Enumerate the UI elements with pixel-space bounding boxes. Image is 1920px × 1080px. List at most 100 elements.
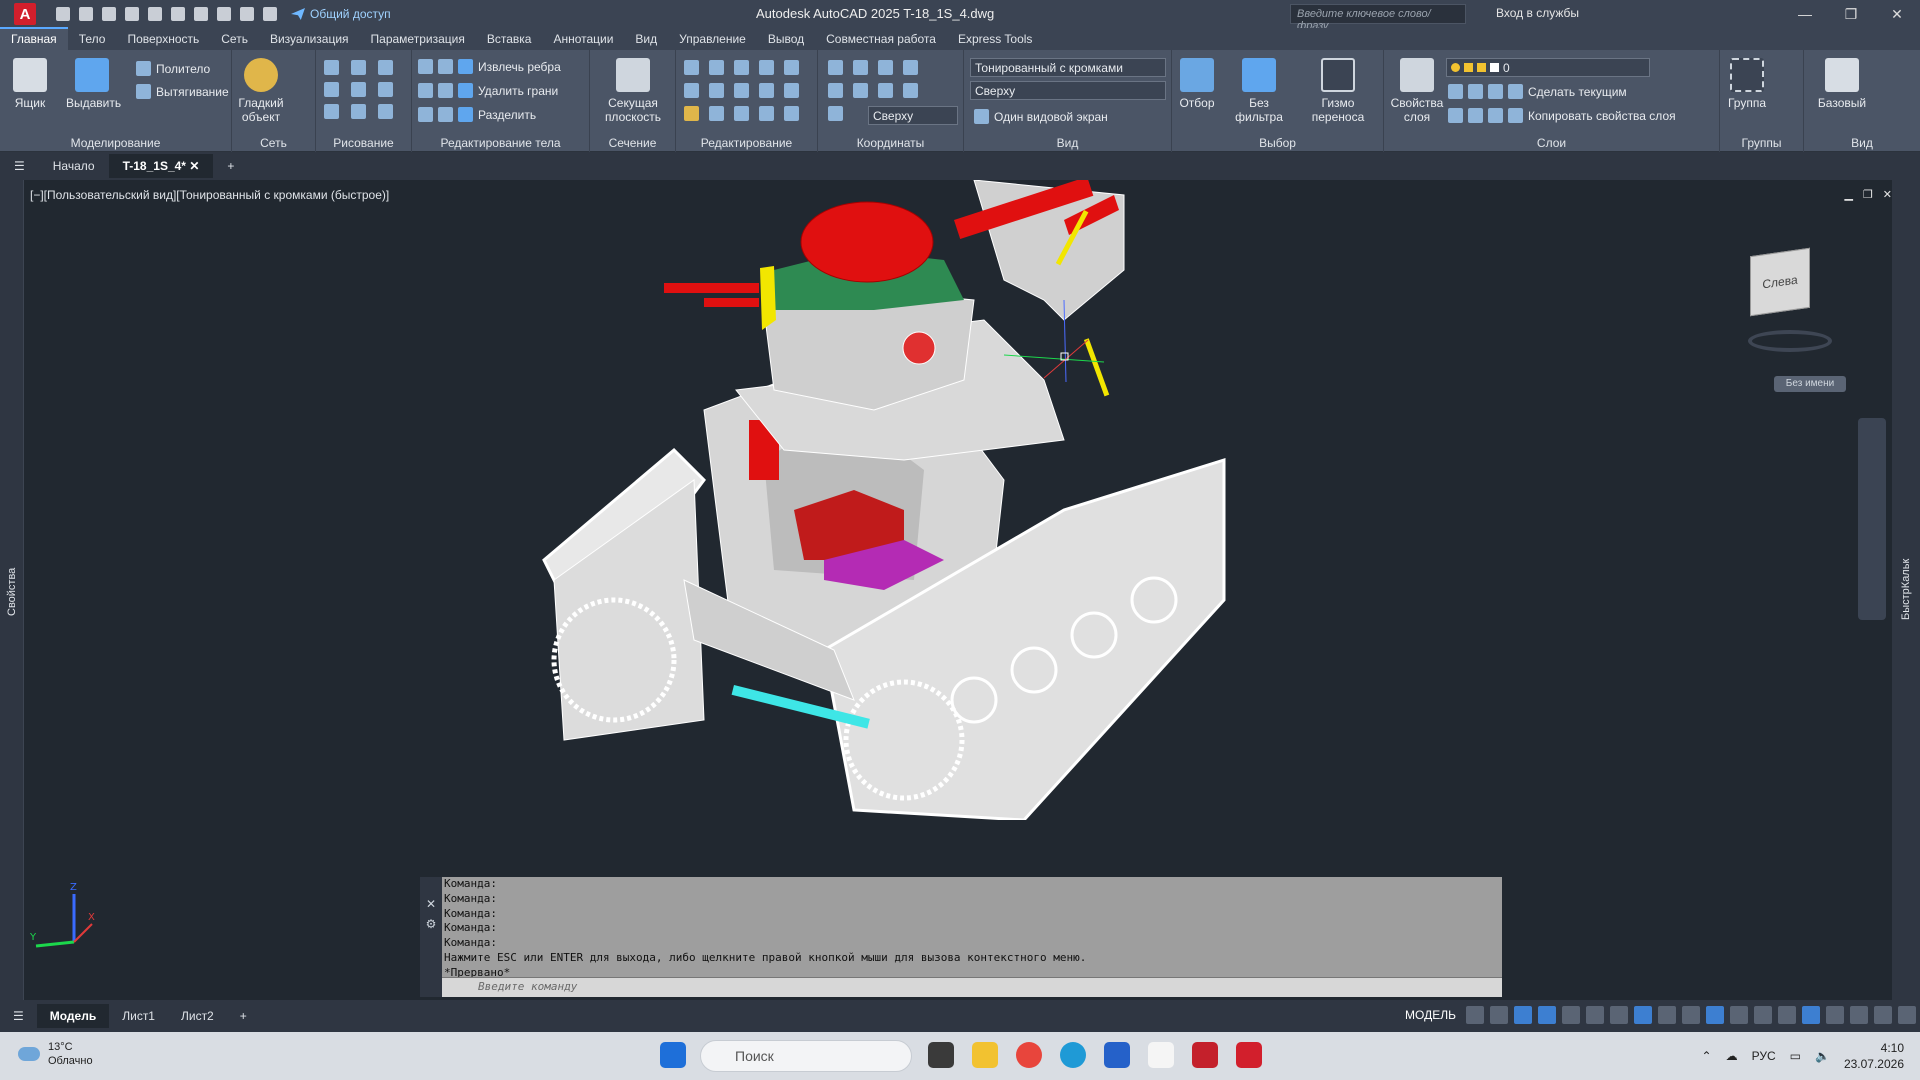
object-snap-icon[interactable] <box>1634 1006 1652 1024</box>
ucs-origin-icon[interactable] <box>878 60 893 75</box>
ortho-icon[interactable] <box>1538 1006 1556 1024</box>
ucs-name-menu[interactable]: Без имени <box>1774 376 1846 392</box>
task-view-icon[interactable] <box>928 1042 954 1068</box>
tab-output[interactable]: Вывод <box>757 28 815 50</box>
polygon-icon[interactable] <box>324 104 339 119</box>
open-icon[interactable] <box>79 7 93 21</box>
ucs-z-icon[interactable] <box>903 60 918 75</box>
command-customize-icon[interactable]: ⚙ <box>420 917 442 931</box>
visual-style-select[interactable]: Тонированный с кромками <box>970 58 1166 77</box>
vp-close-icon[interactable]: ✕ <box>1883 188 1892 201</box>
weather-widget[interactable]: 13°C Облачно <box>18 1040 93 1068</box>
plot-icon[interactable] <box>194 7 208 21</box>
isolate-objects-icon[interactable] <box>1826 1006 1844 1024</box>
tab-home[interactable]: Главная <box>0 27 68 50</box>
tab-mesh[interactable]: Сеть <box>210 28 259 50</box>
gizmo-button[interactable]: Гизмо переноса <box>1306 58 1370 124</box>
extrude-button[interactable]: Выдавить <box>66 58 121 110</box>
copy-layer-props-button[interactable]: Копировать свойства слоя <box>1448 108 1676 123</box>
close-icon[interactable]: ✕ <box>1874 0 1920 28</box>
signin-button[interactable]: Вход в службы <box>1496 6 1579 20</box>
rect-array-icon[interactable] <box>784 106 799 121</box>
section-plane-button[interactable]: Секущая плоскость <box>602 58 664 124</box>
close-tab-icon[interactable]: ✕ <box>189 159 199 173</box>
workspace-switch-icon[interactable] <box>1778 1006 1796 1024</box>
spline-icon[interactable] <box>324 82 339 97</box>
rectangle-icon[interactable] <box>351 104 366 119</box>
3d-move-icon[interactable] <box>709 60 724 75</box>
autocad-logo-icon[interactable]: A <box>14 3 36 25</box>
add-layout-icon[interactable]: + <box>227 1004 260 1028</box>
command-close-icon[interactable]: ✕ <box>420 897 442 911</box>
new-icon[interactable] <box>56 7 70 21</box>
slice-icon[interactable] <box>418 107 433 122</box>
layer-tool-2-icon[interactable] <box>1468 84 1483 99</box>
app-menu-icon[interactable]: ☰ <box>0 154 39 178</box>
workspace-icon[interactable] <box>263 7 277 21</box>
presspull-button[interactable]: Вытягивание <box>136 84 229 99</box>
tab-parametric[interactable]: Параметризация <box>360 28 476 50</box>
copy-icon[interactable] <box>734 106 749 121</box>
quickcalc-palette[interactable]: БыстрКальк <box>1892 180 1920 1000</box>
align-icon[interactable] <box>684 60 699 75</box>
viewport-controls-label[interactable]: [−][Пользовательский вид][Тонированный с… <box>30 188 389 202</box>
tray-chevron-icon[interactable]: ⌃ <box>1702 1049 1712 1063</box>
web-open-icon[interactable] <box>148 7 162 21</box>
gizmo-toggle-icon[interactable] <box>1730 1006 1748 1024</box>
customize-status-icon[interactable] <box>1898 1006 1916 1024</box>
tank-3d-model[interactable] <box>524 180 1284 820</box>
panel-title-view[interactable]: Вид <box>964 136 1171 150</box>
panel-title-modeling[interactable]: Моделирование <box>0 136 231 150</box>
snap-icon[interactable] <box>1490 1006 1508 1024</box>
tab-model[interactable]: Модель <box>36 1004 110 1028</box>
properties-palette[interactable]: Свойства <box>0 180 24 1000</box>
onedrive-icon[interactable]: ☁ <box>1726 1049 1738 1063</box>
delete-faces-button[interactable]: Удалить грани <box>418 83 558 98</box>
3d-rotate-icon[interactable] <box>759 60 774 75</box>
clock[interactable]: 4:10 23.07.2026 <box>1844 1040 1904 1072</box>
lineweight-icon[interactable] <box>1658 1006 1676 1024</box>
layout-menu-icon[interactable]: ☰ <box>0 1004 37 1028</box>
extract-edges-button[interactable]: Извлечь ребра <box>418 59 561 74</box>
store-icon[interactable] <box>1104 1042 1130 1068</box>
ucs-3point-icon[interactable] <box>828 83 843 98</box>
isodraft-icon[interactable] <box>1586 1006 1604 1024</box>
smooth-object-button[interactable]: Гладкий объект <box>236 58 286 124</box>
group-button[interactable]: Группа <box>1722 58 1772 110</box>
ucs-x-icon[interactable] <box>853 83 868 98</box>
array-icon[interactable] <box>684 83 699 98</box>
tab-drawing[interactable]: T-18_1S_4* ✕ <box>108 154 214 178</box>
line-icon[interactable] <box>324 60 339 75</box>
panel-title-view2[interactable]: Вид <box>1804 136 1920 150</box>
panel-title-mesh[interactable]: Сеть <box>232 136 315 150</box>
circle-icon[interactable] <box>378 82 393 97</box>
viewport-config-button[interactable]: Один видовой экран <box>974 109 1108 124</box>
share-button[interactable]: Общий доступ <box>291 7 391 21</box>
save-icon[interactable] <box>102 7 116 21</box>
tab-visualize[interactable]: Визуализация <box>259 28 360 50</box>
panel-title-selection[interactable]: Выбор <box>1172 136 1383 150</box>
object-snap-tracking-icon[interactable] <box>1610 1006 1628 1024</box>
ucs-world-icon[interactable] <box>853 60 868 75</box>
start-icon[interactable] <box>660 1042 686 1068</box>
polysolid-button[interactable]: Политело <box>136 61 210 76</box>
yandex-browser-icon[interactable] <box>1148 1042 1174 1068</box>
thicken-icon[interactable] <box>438 107 453 122</box>
edge-icon[interactable] <box>1060 1042 1086 1068</box>
annotation-scale-icon[interactable] <box>1754 1006 1772 1024</box>
ellipse-icon[interactable] <box>378 104 393 119</box>
base-view-button[interactable]: Базовый <box>1812 58 1872 110</box>
clean-screen-icon[interactable] <box>1874 1006 1892 1024</box>
layer-select[interactable]: 0 <box>1446 58 1650 77</box>
chrome-icon[interactable] <box>1016 1042 1042 1068</box>
ucs-icon[interactable] <box>828 60 843 75</box>
tab-layout1[interactable]: Лист1 <box>109 1004 168 1028</box>
autocad-taskbar-icon[interactable] <box>1236 1042 1262 1068</box>
make-current-button[interactable]: Сделать текущим <box>1448 84 1627 99</box>
panel-title-groups[interactable]: Группы <box>1720 136 1803 150</box>
volume-icon[interactable]: 🔈 <box>1815 1049 1830 1063</box>
polar-icon[interactable] <box>1562 1006 1580 1024</box>
language-indicator[interactable]: РУС <box>1752 1049 1776 1063</box>
layer-tool-6-icon[interactable] <box>1488 108 1503 123</box>
panel-title-layers[interactable]: Слои <box>1384 136 1719 150</box>
